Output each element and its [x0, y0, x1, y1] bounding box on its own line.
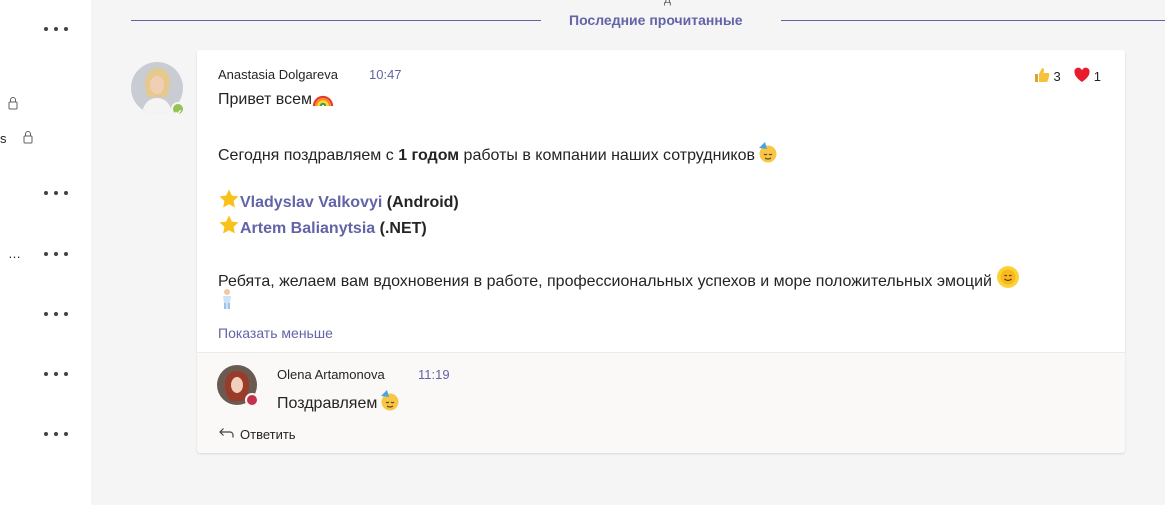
root-message[interactable]: Anastasia Dolgareva 10:47 3 1 Привет все…: [197, 50, 1125, 352]
more-options-icon[interactable]: [44, 429, 68, 439]
wish-text: Ребята, желаем вам вдохновения в работе,…: [218, 273, 992, 290]
employee-line: Vladyslav Valkovyi (Android): [218, 188, 459, 215]
heart-icon: [1073, 66, 1091, 87]
message-card: Anastasia Dolgareva 10:47 3 1 Привет все…: [197, 50, 1125, 453]
reaction-heart[interactable]: 1: [1073, 66, 1101, 87]
reply-button-label: Ответить: [240, 427, 296, 442]
star-icon: [218, 214, 240, 241]
partying-face-icon: [377, 389, 401, 416]
reply-button[interactable]: Ответить: [218, 427, 296, 442]
partying-face-icon: [755, 141, 779, 168]
more-options-icon[interactable]: [44, 188, 68, 198]
more-options-icon[interactable]: [44, 24, 68, 34]
thumbs-up-icon: [1033, 66, 1051, 87]
reaction-like-count: 3: [1053, 69, 1061, 84]
reply-section: Olena Artamonova 11:19 Поздравляем Ответ…: [197, 352, 1125, 453]
avatar[interactable]: [131, 62, 185, 116]
reaction-like[interactable]: 3: [1033, 66, 1061, 87]
conversation-pane: д Последние прочитанные Anastasia Dolgar…: [91, 0, 1165, 505]
divider-line-left: [131, 20, 541, 21]
lock-icon: [8, 96, 18, 110]
divider-line-right: [781, 20, 1165, 21]
message-author[interactable]: Anastasia Dolgareva: [218, 67, 338, 82]
employee-role: (.NET): [379, 220, 427, 237]
reply-arrow-icon: [218, 427, 234, 442]
employee-line: Artem Balianytsia (.NET): [218, 214, 427, 241]
channel-name-truncated[interactable]: s: [0, 131, 7, 146]
message-congrats-line: Сегодня поздравляем с 1 годом работы в к…: [218, 141, 779, 168]
reactions-bar: 3 1: [1033, 66, 1101, 87]
channel-sidebar: s …: [0, 0, 91, 505]
reaction-heart-count: 1: [1093, 69, 1101, 84]
greeting-text: Привет всем: [218, 91, 313, 108]
more-options-icon[interactable]: [44, 249, 68, 259]
status-busy-badge: [245, 393, 259, 407]
reply-message: Поздравляем: [277, 389, 401, 416]
rainbow-icon: [312, 91, 334, 112]
person-standing-icon: [218, 288, 236, 315]
employee-role: (Android): [386, 194, 459, 211]
message-greeting-line: Привет всем: [218, 91, 334, 112]
congrats-bold-text: 1 годом: [398, 147, 460, 164]
last-read-divider-label: Последние прочитанные: [569, 12, 743, 28]
message-wish-line: Ребята, желаем вам вдохновения в работе,…: [218, 265, 1020, 294]
more-options-icon[interactable]: [44, 309, 68, 319]
reply-timestamp: 11:19: [418, 367, 450, 382]
person-icon-line: [218, 288, 236, 315]
avatar[interactable]: [217, 365, 259, 407]
lock-icon: [23, 130, 33, 144]
channel-name-truncated[interactable]: …: [8, 246, 21, 261]
show-less-link[interactable]: Показать меньше: [218, 325, 333, 341]
status-available-badge: [171, 102, 185, 116]
employee-mention[interactable]: Vladyslav Valkovyi: [240, 194, 382, 211]
previous-message-fragment: д: [664, 0, 671, 6]
congrats-text-before: Сегодня поздравляем с: [218, 147, 399, 164]
employee-mention[interactable]: Artem Balianytsia: [240, 220, 375, 237]
message-timestamp: 10:47: [369, 67, 402, 82]
star-icon: [218, 188, 240, 215]
more-options-icon[interactable]: [44, 369, 68, 379]
reply-author[interactable]: Olena Artamonova: [277, 367, 385, 382]
smiling-sun-icon: [996, 265, 1020, 294]
reply-text: Поздравляем: [277, 395, 378, 412]
congrats-text-after: работы в компании наших сотрудников: [459, 147, 755, 164]
